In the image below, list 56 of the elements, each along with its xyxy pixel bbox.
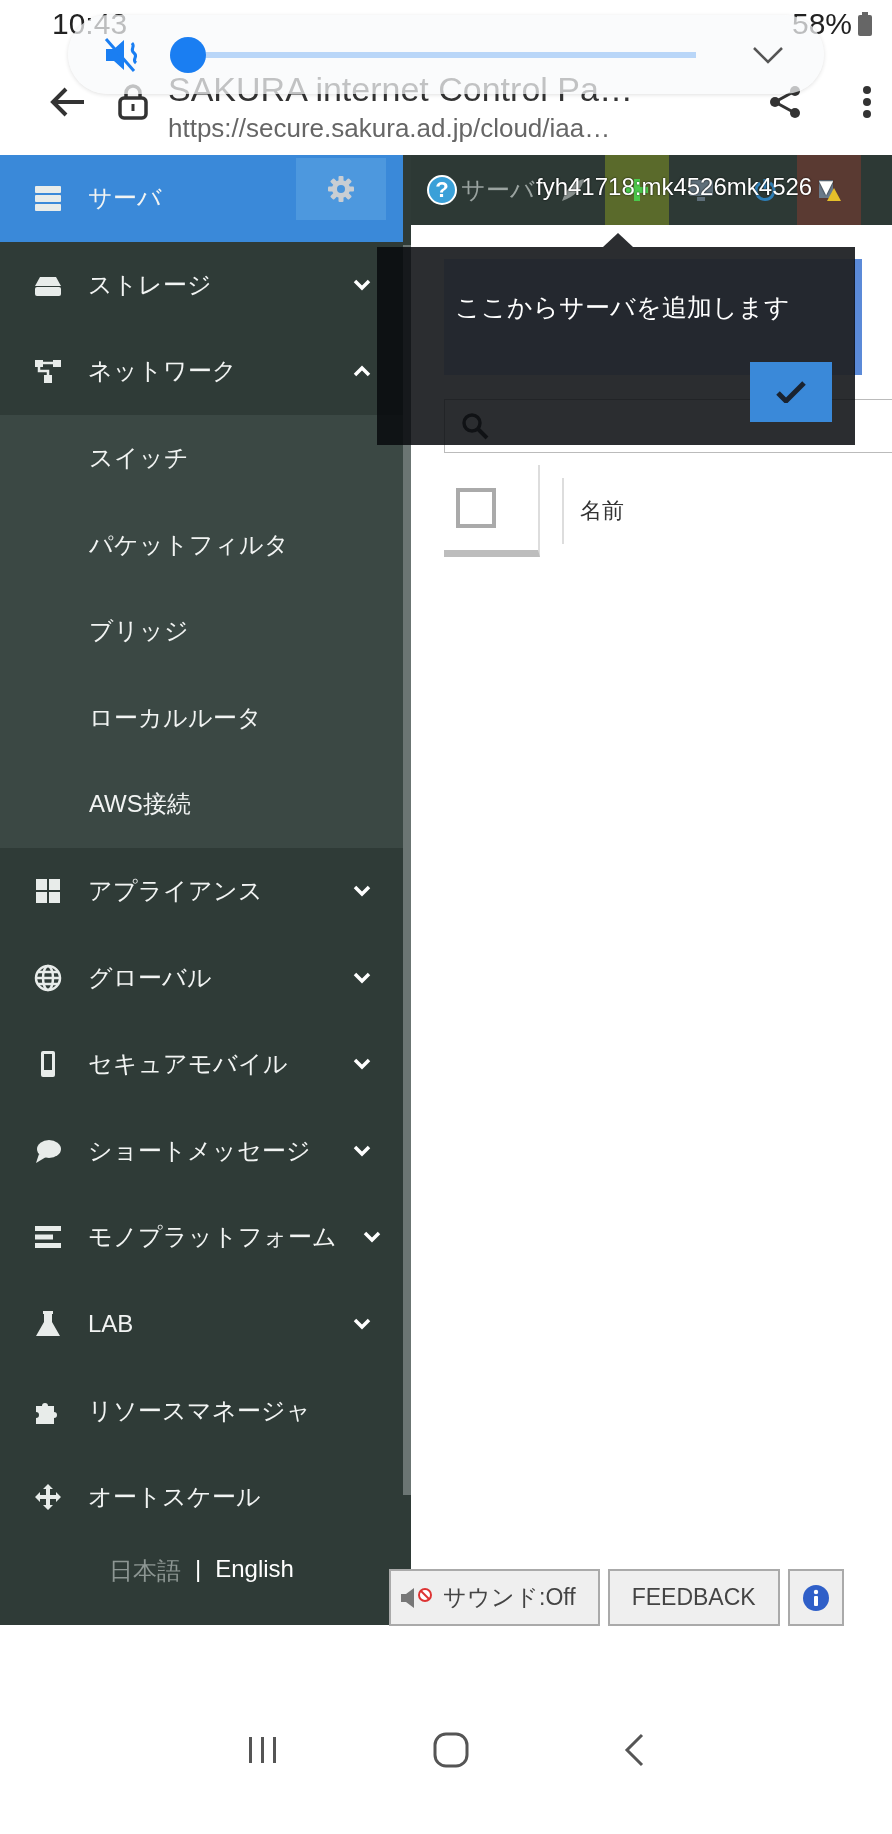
move-icon xyxy=(34,1483,62,1512)
feedback-button[interactable]: FEEDBACK xyxy=(607,1569,780,1626)
chevron-icon[interactable] xyxy=(353,971,371,984)
back-icon[interactable] xyxy=(623,1732,645,1767)
info-icon xyxy=(801,1583,830,1612)
column-header[interactable]: 名前 xyxy=(562,478,624,544)
sidebar-item[interactable]: アプライアンス xyxy=(0,847,403,935)
select-all-checkbox[interactable] xyxy=(456,487,496,528)
sidebar-item[interactable]: リソースマネージャ xyxy=(0,1367,403,1454)
sidebar-item[interactable]: LAB xyxy=(0,1280,403,1368)
server-icon xyxy=(34,184,62,213)
chevron-icon[interactable] xyxy=(353,1318,371,1330)
network-icon xyxy=(34,357,62,386)
confirm-button[interactable] xyxy=(750,362,832,422)
more-menu-icon[interactable] xyxy=(862,84,872,119)
sidebar-item[interactable]: グローバル xyxy=(0,934,403,1021)
speaker-muted-icon xyxy=(399,1586,433,1609)
recent-apps-icon[interactable] xyxy=(247,1734,279,1765)
sidebar-subitem[interactable]: ローカルルータ xyxy=(0,674,403,762)
chevron-icon[interactable] xyxy=(353,885,371,898)
sidebar-subitem[interactable]: パケットフィルタ xyxy=(0,501,403,588)
sidebar-subitem[interactable]: スイッチ xyxy=(0,414,403,502)
sidebar-subitem[interactable]: AWS接続 xyxy=(0,761,403,848)
sidebar-item[interactable]: オートスケール xyxy=(0,1453,403,1541)
clock-time: 10:43 xyxy=(52,7,129,41)
page-heading: サーバ xyxy=(461,175,535,205)
battery-icon xyxy=(858,12,872,36)
chevron-icon[interactable] xyxy=(353,1144,371,1157)
sidebar-item[interactable]: セキュアモバイル xyxy=(0,1020,403,1108)
settings-icon xyxy=(327,175,355,203)
info-button[interactable] xyxy=(787,1569,844,1626)
tooltip-text: ここからサーバを追加します xyxy=(455,293,790,321)
sidebar-subitem[interactable]: ブリッジ xyxy=(0,587,403,675)
language-link[interactable]: English xyxy=(215,1554,294,1587)
language-link[interactable]: 日本語 xyxy=(109,1554,181,1587)
checkmark-icon xyxy=(776,381,806,403)
sound-toggle-button[interactable]: サウンド:Off xyxy=(389,1569,600,1626)
grid-icon xyxy=(34,877,62,906)
chevron-icon[interactable] xyxy=(363,1231,381,1244)
battery-percent: 58% xyxy=(791,7,852,41)
url-text[interactable]: https://secure.sakura.ad.jp/cloud/iaa… xyxy=(168,112,748,144)
chevron-icon[interactable] xyxy=(353,1058,371,1071)
flask-icon xyxy=(34,1310,62,1338)
volume-slider-thumb[interactable] xyxy=(170,36,206,73)
globe-icon xyxy=(34,963,62,992)
back-arrow-icon[interactable] xyxy=(50,85,86,118)
sidebar-item[interactable]: ストレージ xyxy=(0,241,403,329)
page-title: SAKURA internet Control Pa… xyxy=(168,68,634,109)
language-separator: | xyxy=(195,1554,202,1584)
chevron-down-icon[interactable] xyxy=(752,45,784,64)
sidebar-item[interactable]: ショートメッセージ xyxy=(0,1107,403,1195)
sidebar-item[interactable]: ネットワーク xyxy=(0,328,403,415)
chevron-icon[interactable] xyxy=(353,365,371,378)
home-icon[interactable] xyxy=(433,1731,469,1768)
sidebar-item[interactable]: モノプラットフォーム xyxy=(0,1194,403,1281)
chevron-icon[interactable] xyxy=(353,278,371,291)
